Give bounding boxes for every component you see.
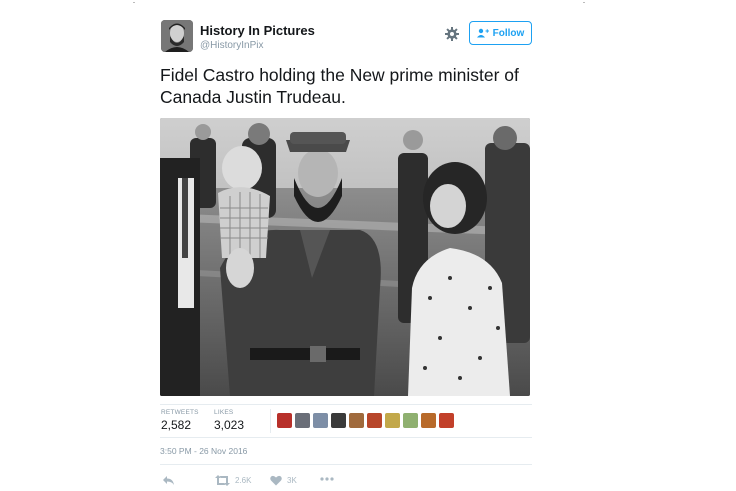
tweet-photo[interactable]: [160, 118, 530, 396]
liker-avatar[interactable]: [403, 413, 418, 428]
photo-image: [160, 118, 530, 396]
like-button[interactable]: 3K: [270, 475, 297, 486]
likes-stat[interactable]: LIKES 3,023: [214, 409, 244, 433]
liker-avatar[interactable]: [439, 413, 454, 428]
retweet-count: 2.6K: [235, 476, 252, 485]
liker-avatar[interactable]: [367, 413, 382, 428]
likes-value: 3,023: [214, 418, 245, 432]
heart-icon: [270, 475, 282, 486]
follow-button[interactable]: Follow: [469, 21, 532, 45]
reply-button[interactable]: [162, 475, 175, 486]
like-count: 3K: [287, 476, 297, 485]
gear-icon[interactable]: [444, 26, 460, 42]
avatar[interactable]: [161, 20, 193, 52]
retweet-icon: [215, 475, 230, 486]
likes-label: LIKES: [214, 409, 234, 416]
retweet-button[interactable]: 2.6K: [215, 475, 251, 486]
retweets-stat[interactable]: RETWEETS 2,582: [161, 409, 199, 433]
tweet-actions: 2.6K 3K: [160, 475, 532, 491]
tweet-card: History In Pictures @HistoryInPix Follow…: [160, 18, 532, 491]
avatar-portrait-image: [161, 20, 193, 52]
retweets-value: 2,582: [161, 418, 192, 432]
liker-avatar[interactable]: [349, 413, 364, 428]
retweets-label: RETWEETS: [161, 409, 199, 416]
liker-avatars: [277, 413, 454, 428]
liker-avatar[interactable]: [313, 413, 328, 428]
user-handle[interactable]: @HistoryInPix: [200, 39, 315, 52]
reply-icon: [163, 476, 174, 485]
tweet-header: History In Pictures @HistoryInPix Follow: [160, 18, 532, 56]
liker-avatar[interactable]: [331, 413, 346, 428]
follow-label: Follow: [492, 27, 525, 39]
follow-person-icon: [476, 28, 489, 38]
liker-avatar[interactable]: [421, 413, 436, 428]
tweet-stats: RETWEETS 2,582 LIKES 3,023: [160, 404, 532, 438]
user-names: History In Pictures @HistoryInPix: [200, 23, 315, 52]
liker-avatar[interactable]: [277, 413, 292, 428]
corner-mark: [583, 2, 585, 3]
more-button[interactable]: [320, 477, 334, 481]
liker-avatar[interactable]: [385, 413, 400, 428]
user-fullname[interactable]: History In Pictures: [200, 23, 315, 38]
more-icon: [320, 477, 334, 481]
tweet-text: Fidel Castro holding the New prime minis…: [160, 65, 519, 107]
corner-mark: [133, 2, 135, 3]
stats-divider: [270, 409, 271, 433]
liker-avatar[interactable]: [295, 413, 310, 428]
tweet-timestamp[interactable]: 3:50 PM - 26 Nov 2016: [160, 446, 532, 465]
